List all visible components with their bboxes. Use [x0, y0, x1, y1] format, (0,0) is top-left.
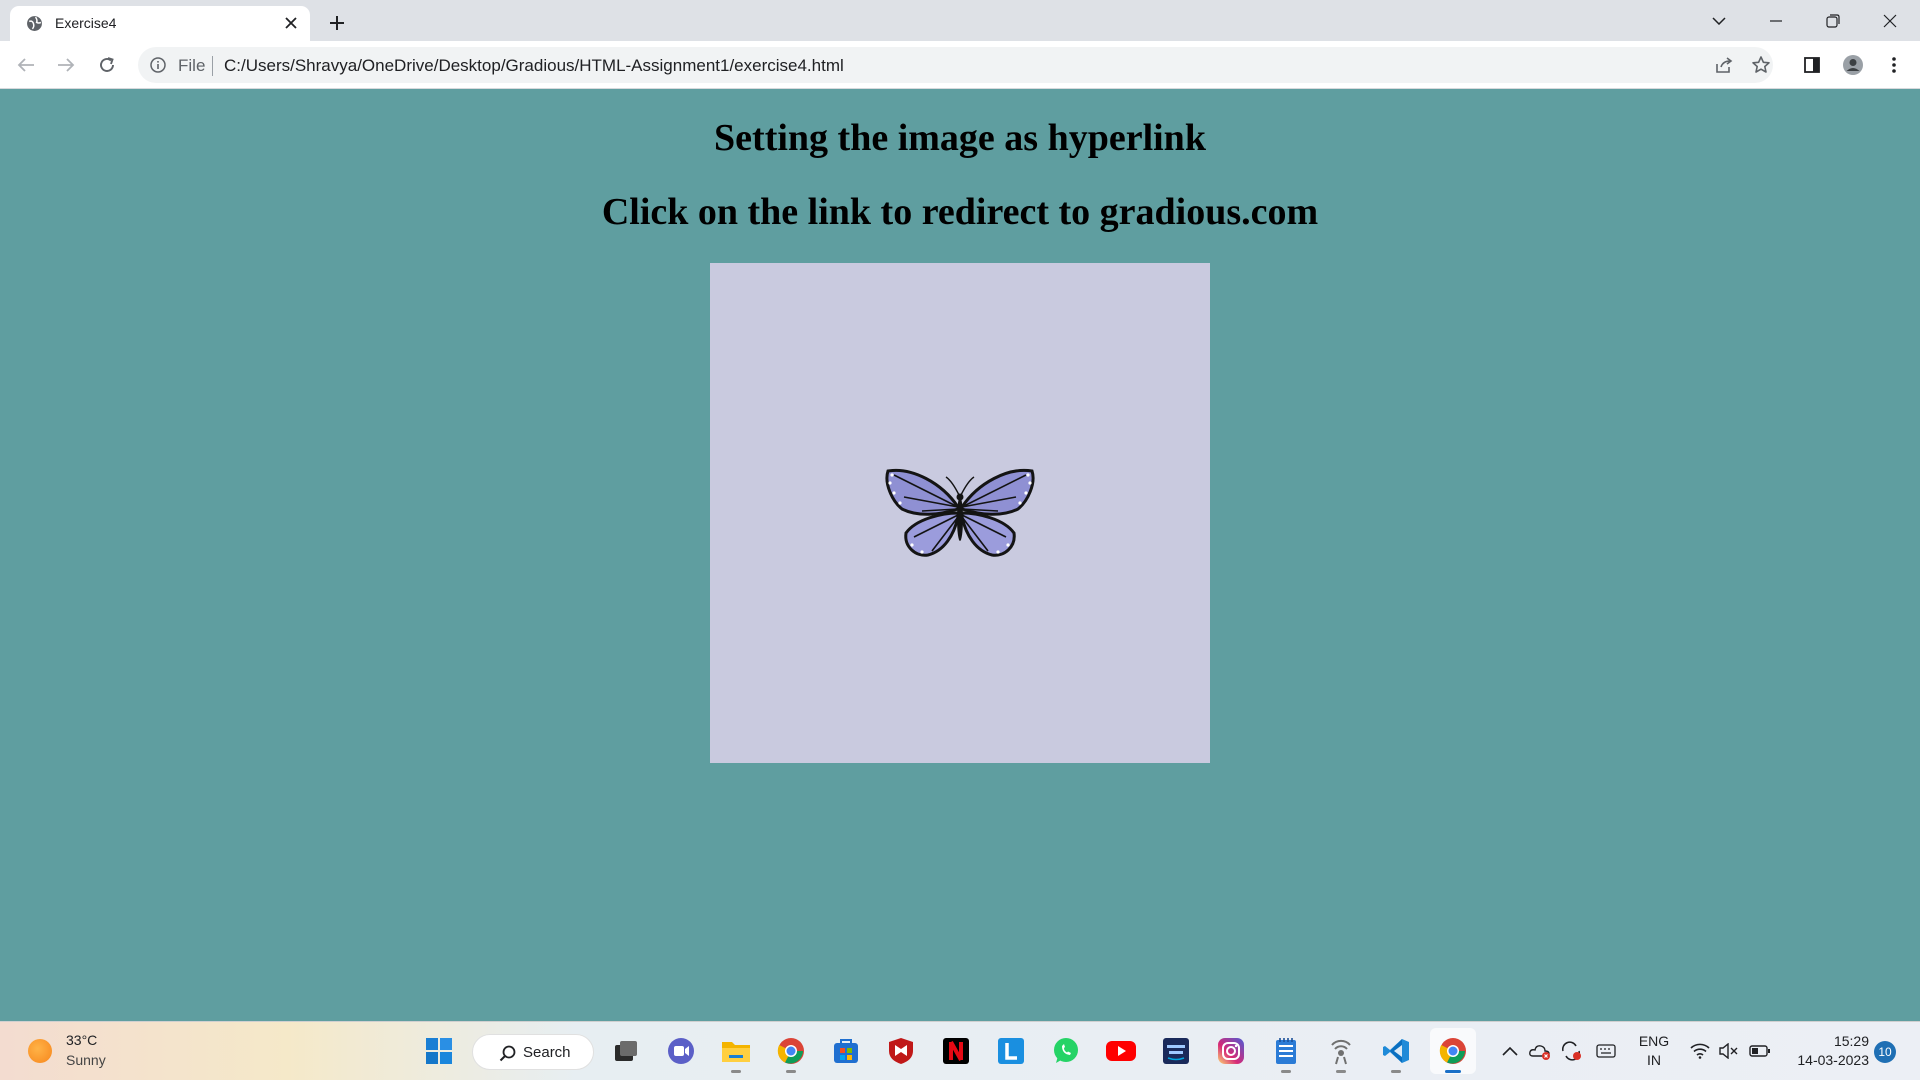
- side-panel-icon[interactable]: [1800, 53, 1824, 77]
- new-tab-icon[interactable]: [323, 9, 351, 37]
- scheme-label: File: [178, 56, 206, 75]
- notepad-icon[interactable]: [1269, 1034, 1303, 1073]
- close-tab-icon[interactable]: [280, 12, 302, 34]
- omnibox-divider: [212, 56, 213, 76]
- browser-toolbar: File C:/Users/Shravya/OneDrive/Desktop/G…: [0, 41, 1920, 89]
- sync-icon[interactable]: [1560, 1040, 1582, 1062]
- tab-exercise4[interactable]: Exercise4: [10, 6, 310, 41]
- back-icon[interactable]: [12, 51, 40, 79]
- weather-temperature: 33°C: [66, 1032, 98, 1048]
- running-indicator: [1336, 1070, 1346, 1073]
- instagram-icon[interactable]: [1214, 1034, 1248, 1068]
- weather-condition: Sunny: [66, 1052, 106, 1068]
- search-icon: [499, 1045, 516, 1062]
- whatsapp-icon[interactable]: [1049, 1034, 1083, 1068]
- page-content: Setting the image as hyperlink Click on …: [0, 89, 1920, 1021]
- netflix-icon[interactable]: [939, 1034, 973, 1068]
- profile-avatar-icon[interactable]: [1841, 53, 1865, 77]
- lang-code: ENG: [1638, 1033, 1670, 1049]
- chrome-icon[interactable]: [774, 1034, 808, 1073]
- lang-region: IN: [1647, 1052, 1661, 1068]
- more-menu-icon[interactable]: [1882, 53, 1906, 77]
- url-text[interactable]: C:/Users/Shravya/OneDrive/Desktop/Gradio…: [224, 56, 844, 76]
- reload-icon[interactable]: [93, 51, 121, 79]
- notification-badge[interactable]: 10: [1874, 1041, 1896, 1063]
- letter-l-icon[interactable]: [994, 1034, 1028, 1068]
- clock-time: 15:29: [1833, 1033, 1869, 1049]
- running-indicator: [1281, 1070, 1291, 1073]
- sun-icon: [28, 1039, 52, 1063]
- running-indicator: [1391, 1070, 1401, 1073]
- windows-taskbar: 33°C Sunny Search ENG IN 15:29 14-03-202…: [0, 1021, 1920, 1080]
- page-heading-primary: Setting the image as hyperlink: [714, 117, 1206, 159]
- search-label: Search: [523, 1044, 571, 1061]
- chevron-up-icon[interactable]: [1499, 1040, 1521, 1062]
- task-view-icon[interactable]: [609, 1034, 643, 1068]
- battery-icon[interactable]: [1749, 1040, 1771, 1062]
- running-indicator: [786, 1070, 796, 1073]
- restore-icon[interactable]: [1805, 0, 1861, 41]
- tab-search-chevron-icon[interactable]: [1691, 0, 1747, 41]
- prime-video-icon[interactable]: [1159, 1034, 1193, 1068]
- onedrive-icon[interactable]: [1529, 1040, 1551, 1062]
- taskbar-search[interactable]: Search: [472, 1034, 594, 1070]
- chrome-icon[interactable]: [1436, 1034, 1470, 1073]
- store-icon[interactable]: [829, 1034, 863, 1068]
- share-icon[interactable]: [1713, 54, 1735, 76]
- file-explorer-icon[interactable]: [719, 1034, 753, 1073]
- close-window-icon[interactable]: [1862, 0, 1918, 41]
- minimize-icon[interactable]: [1748, 0, 1804, 41]
- vscode-icon[interactable]: [1379, 1034, 1413, 1073]
- bookmark-star-icon[interactable]: [1750, 54, 1772, 76]
- butterfly-image-link[interactable]: [710, 263, 1210, 763]
- page-heading-secondary: Click on the link to redirect to gradiou…: [601, 191, 1319, 233]
- butterfly-icon: [885, 468, 1035, 557]
- running-indicator: [731, 1070, 741, 1073]
- teams-icon[interactable]: [664, 1034, 698, 1068]
- forward-icon[interactable]: [52, 51, 80, 79]
- globe-icon: [27, 16, 42, 31]
- mcafee-icon[interactable]: [884, 1034, 918, 1068]
- wifi-signal-icon[interactable]: [1324, 1034, 1358, 1073]
- keyboard-icon[interactable]: [1595, 1040, 1617, 1062]
- tab-title: Exercise4: [55, 15, 117, 31]
- youtube-icon[interactable]: [1104, 1034, 1138, 1068]
- site-info-icon[interactable]: [150, 57, 166, 73]
- active-indicator: [1445, 1070, 1461, 1073]
- start-icon[interactable]: [422, 1034, 456, 1068]
- wifi-icon[interactable]: [1689, 1040, 1711, 1062]
- tab-strip: Exercise4: [0, 0, 1920, 41]
- address-bar[interactable]: File C:/Users/Shravya/OneDrive/Desktop/G…: [138, 47, 1773, 83]
- speaker-muted-icon[interactable]: [1718, 1040, 1740, 1062]
- clock-date: 14-03-2023: [1797, 1052, 1869, 1068]
